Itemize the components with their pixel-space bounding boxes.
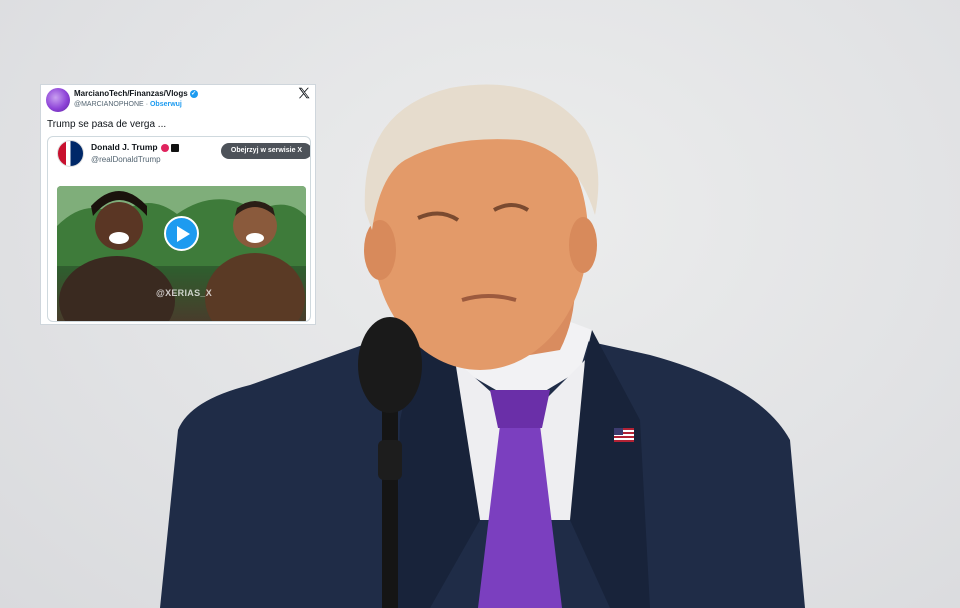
mic-stand (382, 380, 398, 608)
video-thumbnail (57, 186, 306, 321)
quoted-author-avatar[interactable] (57, 140, 84, 167)
video-watermark: @XERIAS_X (156, 288, 212, 298)
view-on-x-button[interactable]: Obejrzyj w serwisie X (221, 143, 310, 159)
affiliation-badge-icon (170, 143, 179, 152)
flag-pin (614, 428, 634, 442)
quoted-author-handle[interactable]: @realDonaldTrump (91, 155, 161, 164)
tweet-text: Trump se pasa de verga ... (47, 119, 167, 130)
mic-stand-joint (378, 440, 402, 480)
tie-knot (490, 390, 550, 428)
follow-button[interactable]: Obserwuj (150, 101, 182, 108)
tweet-embed[interactable]: MarcianoTech/Finanzas/Vlogs ✓ @MARCIANOPH… (40, 84, 316, 325)
video-player[interactable]: @XERIAS_X (57, 186, 306, 321)
author-avatar[interactable] (46, 88, 70, 112)
author-name-row[interactable]: MarcianoTech/Finanzas/Vlogs ✓ (74, 89, 198, 98)
author-handle-row: @MARCIANOPHONE · Obserwuj (74, 101, 182, 108)
quoted-tweet[interactable]: Donald J. Trump @realDonaldTrump Obejrzy… (47, 136, 311, 322)
author-name[interactable]: MarcianoTech/Finanzas/Vlogs (74, 89, 188, 98)
microphone (358, 317, 422, 413)
quoted-author-name[interactable]: Donald J. Trump (91, 142, 158, 152)
verified-badge-icon (160, 143, 169, 152)
author-handle[interactable]: @MARCIANOPHONE (74, 101, 144, 108)
x-logo-icon[interactable] (297, 86, 311, 100)
verified-badge-icon: ✓ (189, 89, 198, 98)
ear-left (364, 220, 396, 280)
ear-right (569, 217, 597, 273)
play-button[interactable] (164, 216, 199, 251)
separator: · (145, 101, 149, 108)
play-icon (177, 226, 190, 242)
quoted-author-name-row[interactable]: Donald J. Trump (91, 142, 179, 152)
